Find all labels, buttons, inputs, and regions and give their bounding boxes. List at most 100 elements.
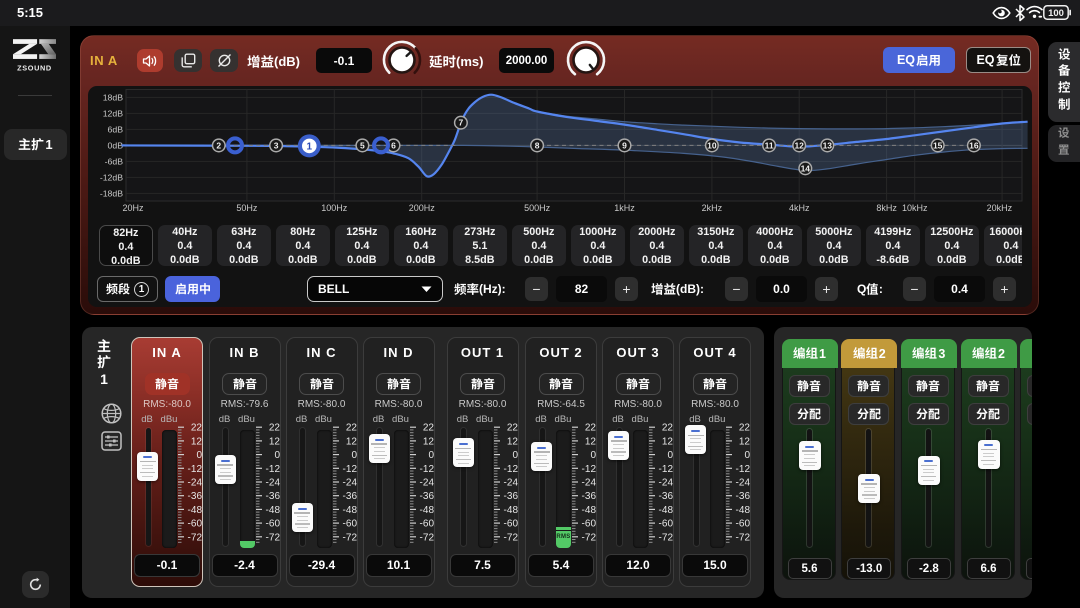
svg-text:-48: -48	[582, 505, 597, 516]
svg-text:50Hz: 50Hz	[236, 203, 258, 213]
svg-text:12: 12	[506, 436, 518, 447]
svg-text:-60: -60	[342, 519, 357, 530]
svg-text:0: 0	[428, 450, 434, 461]
svg-text:-60: -60	[265, 519, 280, 530]
svg-text:-24: -24	[265, 478, 280, 489]
svg-text:-24: -24	[342, 478, 357, 489]
svg-text:8: 8	[535, 140, 540, 150]
svg-text:0dB: 0dB	[108, 140, 124, 150]
svg-text:13: 13	[823, 140, 833, 150]
svg-text:12: 12	[191, 436, 203, 447]
svg-text:-12: -12	[582, 464, 597, 475]
svg-text:-72: -72	[188, 532, 203, 543]
svg-text:5: 5	[360, 140, 365, 150]
svg-text:0: 0	[744, 450, 750, 461]
svg-text:0: 0	[274, 450, 280, 461]
svg-text:6: 6	[391, 140, 396, 150]
svg-text:-72: -72	[342, 532, 357, 543]
svg-text:22: 22	[268, 423, 280, 434]
svg-text:-36: -36	[265, 491, 280, 502]
svg-text:-60: -60	[503, 519, 518, 530]
svg-text:-36: -36	[503, 491, 518, 502]
svg-text:-12: -12	[188, 464, 203, 475]
svg-text:ZSOUND: ZSOUND	[17, 64, 52, 72]
svg-text:14: 14	[801, 163, 811, 173]
svg-text:-48: -48	[188, 505, 203, 516]
svg-text:2kHz: 2kHz	[702, 203, 723, 213]
svg-text:7: 7	[459, 118, 464, 128]
svg-text:12: 12	[794, 140, 804, 150]
svg-text:-72: -72	[503, 532, 518, 543]
svg-text:22: 22	[506, 423, 518, 434]
svg-text:500Hz: 500Hz	[524, 203, 551, 213]
svg-text:-72: -72	[265, 532, 280, 543]
svg-text:-12: -12	[419, 464, 434, 475]
svg-text:22: 22	[191, 423, 203, 434]
svg-text:8kHz: 8kHz	[876, 203, 897, 213]
svg-text:12: 12	[739, 436, 751, 447]
svg-text:10: 10	[707, 140, 717, 150]
svg-text:10kHz: 10kHz	[902, 203, 928, 213]
svg-text:12: 12	[345, 436, 357, 447]
svg-text:2: 2	[216, 140, 221, 150]
svg-text:200Hz: 200Hz	[409, 203, 436, 213]
svg-text:12: 12	[422, 436, 434, 447]
svg-text:-24: -24	[736, 478, 751, 489]
svg-text:-36: -36	[342, 491, 357, 502]
svg-text:100: 100	[1048, 8, 1064, 19]
svg-text:-48: -48	[419, 505, 434, 516]
svg-text:-36: -36	[582, 491, 597, 502]
svg-text:22: 22	[662, 423, 674, 434]
svg-text:-24: -24	[659, 478, 674, 489]
svg-text:11: 11	[765, 140, 774, 150]
svg-text:100Hz: 100Hz	[321, 203, 348, 213]
svg-text:18dB: 18dB	[103, 92, 123, 102]
svg-text:-36: -36	[736, 491, 751, 502]
svg-text:1kHz: 1kHz	[614, 203, 635, 213]
svg-text:-24: -24	[503, 478, 518, 489]
svg-text:-24: -24	[188, 478, 203, 489]
svg-text:-18dB: -18dB	[100, 188, 123, 198]
svg-text:-12dB: -12dB	[100, 172, 123, 182]
svg-text:-60: -60	[419, 519, 434, 530]
svg-text:-24: -24	[582, 478, 597, 489]
svg-text:22: 22	[422, 423, 434, 434]
svg-text:-60: -60	[582, 519, 597, 530]
svg-text:20Hz: 20Hz	[123, 203, 145, 213]
svg-text:22: 22	[345, 423, 357, 434]
svg-text:-36: -36	[659, 491, 674, 502]
svg-text:-12: -12	[503, 464, 518, 475]
svg-text:-12: -12	[342, 464, 357, 475]
svg-text:16: 16	[969, 140, 979, 150]
svg-text:-12: -12	[659, 464, 674, 475]
svg-text:15: 15	[933, 140, 943, 150]
svg-text:-48: -48	[342, 505, 357, 516]
svg-text:-36: -36	[419, 491, 434, 502]
svg-text:-12: -12	[736, 464, 751, 475]
svg-text:0: 0	[351, 450, 357, 461]
svg-text:-48: -48	[736, 505, 751, 516]
svg-text:-60: -60	[736, 519, 751, 530]
svg-text:0: 0	[667, 450, 673, 461]
svg-text:-72: -72	[419, 532, 434, 543]
svg-text:22: 22	[739, 423, 751, 434]
svg-text:0: 0	[196, 450, 202, 461]
svg-text:-72: -72	[582, 532, 597, 543]
svg-text:4kHz: 4kHz	[789, 203, 810, 213]
svg-text:-48: -48	[503, 505, 518, 516]
svg-text:12: 12	[268, 436, 280, 447]
svg-text:3: 3	[274, 140, 279, 150]
svg-text:-72: -72	[736, 532, 751, 543]
svg-text:-48: -48	[265, 505, 280, 516]
svg-text:-60: -60	[188, 519, 203, 530]
svg-text:22: 22	[585, 423, 597, 434]
svg-text:-60: -60	[659, 519, 674, 530]
svg-text:-36: -36	[188, 491, 203, 502]
svg-text:0: 0	[512, 450, 518, 461]
svg-text:-24: -24	[419, 478, 434, 489]
svg-text:-6dB: -6dB	[105, 156, 124, 166]
svg-text:-12: -12	[265, 464, 280, 475]
svg-text:0: 0	[590, 450, 596, 461]
svg-text:1: 1	[307, 141, 313, 152]
svg-text:20kHz: 20kHz	[987, 203, 1013, 213]
